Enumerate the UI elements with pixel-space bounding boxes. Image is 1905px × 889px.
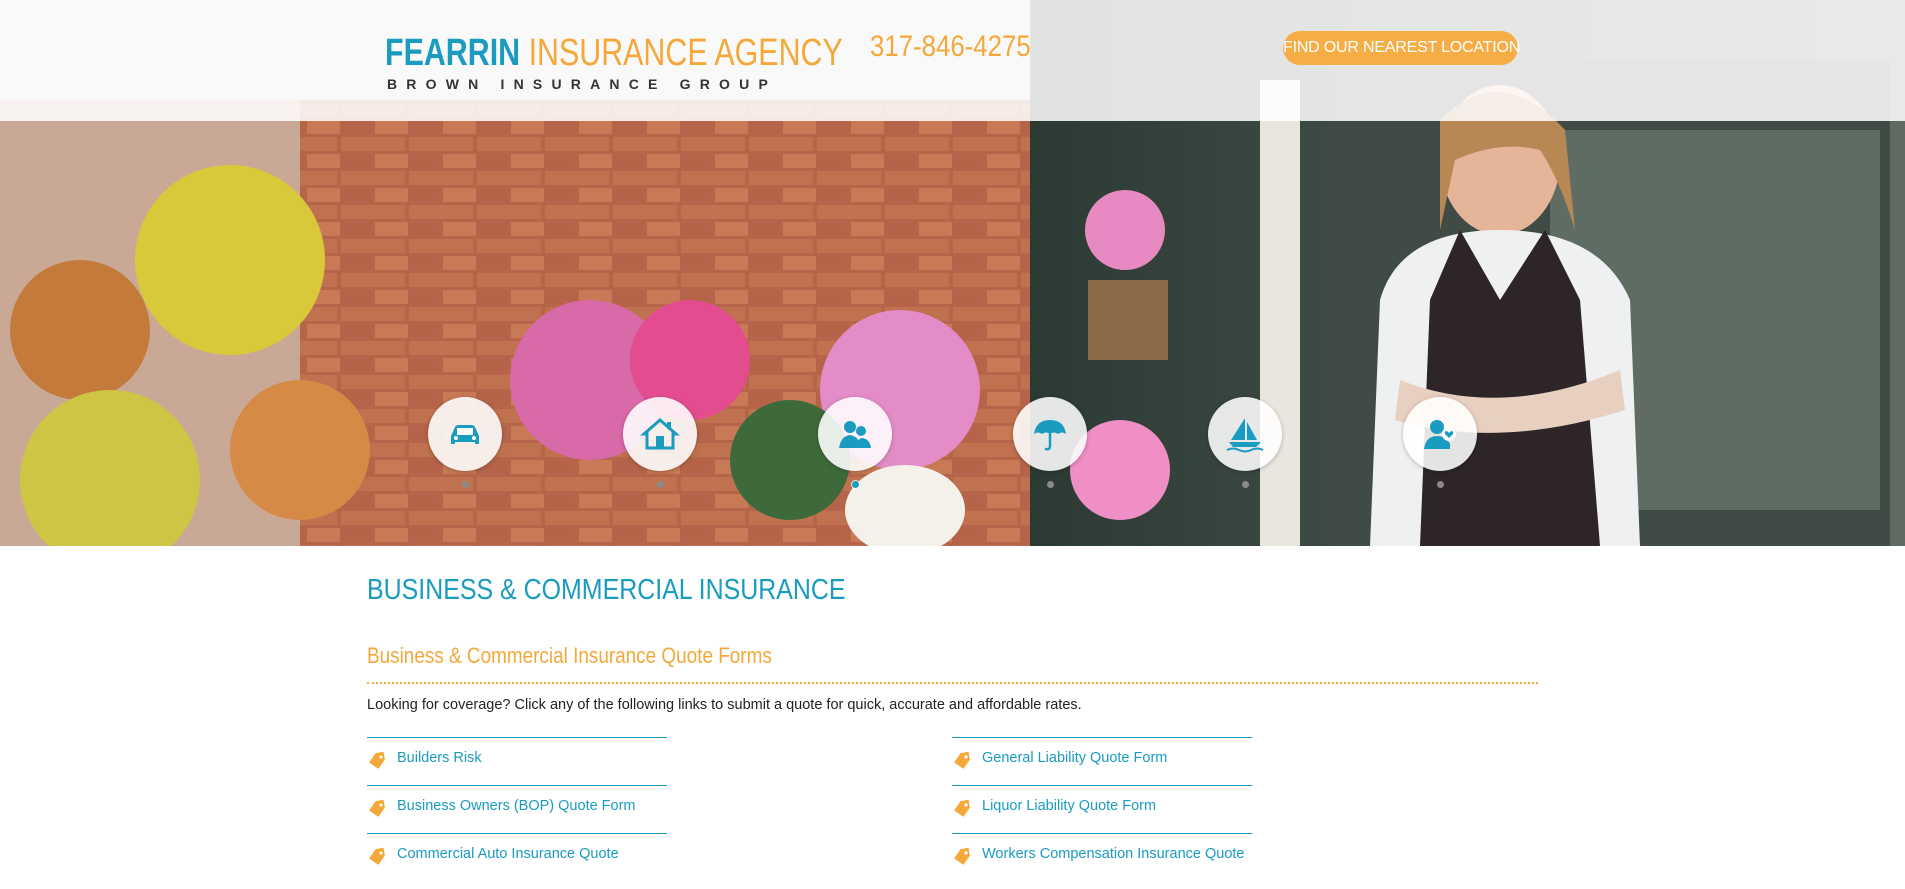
list-item[interactable]: General Liability Quote Form: [952, 737, 1252, 785]
health-person-icon: [1424, 420, 1456, 449]
tag-icon: [369, 799, 385, 817]
phone-number-link[interactable]: 317-846-4275: [870, 30, 1031, 64]
tag-icon: [369, 751, 385, 769]
quote-links-right: General Liability Quote Form Liquor Liab…: [952, 737, 1252, 881]
car-insurance-button[interactable]: [428, 397, 502, 471]
tag-icon: [954, 751, 970, 769]
quote-link[interactable]: Liquor Liability Quote Form: [982, 798, 1156, 814]
tag-icon: [954, 847, 970, 865]
boat-insurance-button[interactable]: [1208, 397, 1282, 471]
agency-logo[interactable]: FEARRIN INSURANCE AGENCY BROWN INSURANCE…: [385, 32, 843, 92]
car-icon: [451, 425, 479, 444]
dotted-divider: [367, 682, 1538, 684]
page-title: BUSINESS & COMMERCIAL INSURANCE: [367, 574, 846, 606]
list-item[interactable]: Liquor Liability Quote Form: [952, 785, 1252, 833]
logo-secondary-text: INSURANCE AGENCY: [528, 32, 843, 74]
quote-link[interactable]: Workers Compensation Insurance Quote: [982, 846, 1244, 862]
quote-link[interactable]: Commercial Auto Insurance Quote: [397, 846, 619, 862]
list-item[interactable]: Workers Compensation Insurance Quote: [952, 833, 1252, 881]
carousel-dot-2[interactable]: [657, 481, 664, 488]
quote-links-left: Builders Risk Business Owners (BOP) Quot…: [367, 737, 667, 881]
carousel-dot-1[interactable]: [462, 481, 469, 488]
section-title: Business & Commercial Insurance Quote Fo…: [367, 643, 772, 668]
tag-icon: [369, 847, 385, 865]
carousel-dot-5[interactable]: [1242, 481, 1249, 488]
umbrella-insurance-button[interactable]: [1013, 397, 1087, 471]
carousel-dot-3[interactable]: [852, 481, 859, 488]
business-insurance-button[interactable]: [818, 397, 892, 471]
list-item[interactable]: Commercial Auto Insurance Quote: [367, 833, 667, 881]
home-icon: [640, 418, 680, 450]
quote-link[interactable]: Builders Risk: [397, 750, 482, 766]
site-header: FEARRIN INSURANCE AGENCY BROWN INSURANCE…: [0, 0, 1905, 121]
home-insurance-button[interactable]: [623, 397, 697, 471]
list-item[interactable]: Business Owners (BOP) Quote Form: [367, 785, 667, 833]
carousel-dot-6[interactable]: [1437, 481, 1444, 488]
quote-link[interactable]: General Liability Quote Form: [982, 750, 1167, 766]
logo-primary-text: FEARRIN: [385, 32, 521, 74]
quote-link[interactable]: Business Owners (BOP) Quote Form: [397, 798, 636, 814]
business-people-icon: [839, 421, 871, 448]
health-insurance-button[interactable]: [1403, 397, 1477, 471]
umbrella-icon: [1034, 420, 1066, 451]
carousel-dot-4[interactable]: [1047, 481, 1054, 488]
tag-icon: [954, 799, 970, 817]
intro-text: Looking for coverage? Click any of the f…: [367, 697, 1082, 713]
find-location-button[interactable]: FIND OUR NEAREST LOCATION: [1283, 31, 1520, 65]
boat-icon: [1226, 418, 1264, 453]
logo-tagline: BROWN INSURANCE GROUP: [387, 76, 777, 92]
list-item[interactable]: Builders Risk: [367, 737, 667, 785]
